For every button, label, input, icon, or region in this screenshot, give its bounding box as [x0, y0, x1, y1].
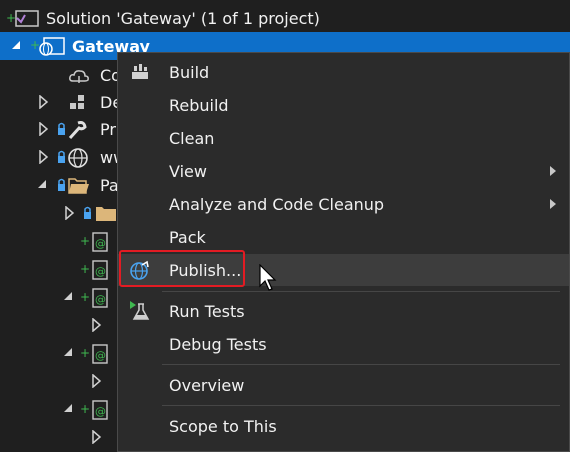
menu-separator: [162, 364, 560, 365]
svg-text:+: +: [80, 346, 90, 360]
submenu-arrow-icon: [550, 199, 556, 209]
menu-item-label: Debug Tests: [169, 335, 267, 354]
expand-arrow-icon[interactable]: [90, 374, 104, 388]
svg-text:+: +: [6, 11, 16, 25]
cloud-connected-services-icon: [69, 70, 89, 83]
expand-arrow-icon[interactable]: [63, 206, 77, 220]
tree-item-label: Pr: [100, 120, 116, 139]
razor-file-icon: + @: [80, 344, 108, 364]
collapse-arrow-icon[interactable]: [10, 39, 24, 53]
tree-item-label: Pa: [100, 176, 119, 195]
publish-highlight-box: [119, 250, 245, 287]
collapse-arrow-icon[interactable]: [62, 346, 76, 360]
expand-arrow-icon[interactable]: [37, 150, 51, 164]
collapse-arrow-icon[interactable]: [62, 402, 76, 416]
properties-wrench-icon: [58, 121, 87, 140]
menu-item-scope-to-this[interactable]: Scope to This: [118, 410, 569, 442]
menu-item-label: Overview: [169, 376, 245, 395]
web-project-icon: +: [30, 37, 65, 56]
menu-item-analyze[interactable]: Analyze and Code Cleanup: [118, 188, 569, 220]
run-tests-flask-icon: [130, 301, 150, 320]
svg-text:@: @: [95, 265, 106, 278]
mouse-cursor-icon: [259, 264, 277, 291]
menu-item-label: Clean: [169, 129, 215, 148]
menu-item-build[interactable]: Build: [118, 56, 569, 88]
svg-text:+: +: [80, 234, 90, 248]
solution-label: Solution 'Gateway' (1 of 1 project): [46, 9, 320, 28]
razor-file-icon: + @: [80, 400, 108, 420]
svg-text:@: @: [95, 293, 106, 306]
menu-item-run-tests[interactable]: Run Tests: [118, 295, 569, 327]
menu-item-overview[interactable]: Overview: [118, 369, 569, 401]
build-icon: [132, 64, 148, 79]
svg-text:+: +: [80, 290, 90, 304]
menu-item-pack[interactable]: Pack: [118, 221, 569, 253]
menu-item-label: Rebuild: [169, 96, 229, 115]
svg-text:+: +: [30, 38, 40, 52]
submenu-arrow-icon: [550, 166, 556, 176]
menu-item-debug-tests[interactable]: Debug Tests: [118, 328, 569, 360]
globe-wwwroot-icon: [58, 148, 88, 168]
locked-folder-icon: [84, 206, 116, 221]
collapse-arrow-icon[interactable]: [36, 178, 50, 192]
menu-item-label: Scope to This: [169, 417, 277, 436]
svg-text:@: @: [95, 405, 106, 418]
svg-text:@: @: [95, 237, 106, 250]
menu-item-label: Build: [169, 63, 210, 82]
expand-arrow-icon[interactable]: [90, 430, 104, 444]
expand-arrow-icon[interactable]: [37, 122, 51, 136]
razor-file-icon: + @: [80, 288, 108, 308]
expand-arrow-icon[interactable]: [90, 318, 104, 332]
menu-separator: [162, 405, 560, 406]
menu-item-label: Run Tests: [169, 302, 245, 321]
menu-item-rebuild[interactable]: Rebuild: [118, 89, 569, 121]
solution-row[interactable]: + Solution 'Gateway' (1 of 1 project): [0, 4, 570, 32]
dependencies-icon: [70, 95, 84, 109]
razor-file-icon: + @: [80, 232, 108, 252]
solution-icon: +: [6, 10, 39, 27]
menu-item-label: View: [169, 162, 207, 181]
menu-item-label: Analyze and Code Cleanup: [169, 195, 385, 214]
expand-arrow-icon[interactable]: [37, 95, 51, 109]
menu-separator: [162, 291, 560, 292]
menu-item-clean[interactable]: Clean: [118, 122, 569, 154]
svg-text:@: @: [95, 349, 106, 362]
svg-text:+: +: [80, 262, 90, 276]
razor-file-icon: + @: [80, 260, 108, 280]
svg-text:+: +: [80, 402, 90, 416]
menu-item-view[interactable]: View: [118, 155, 569, 187]
menu-item-label: Pack: [169, 228, 206, 247]
folder-open-icon: [58, 178, 89, 194]
collapse-arrow-icon[interactable]: [62, 290, 76, 304]
